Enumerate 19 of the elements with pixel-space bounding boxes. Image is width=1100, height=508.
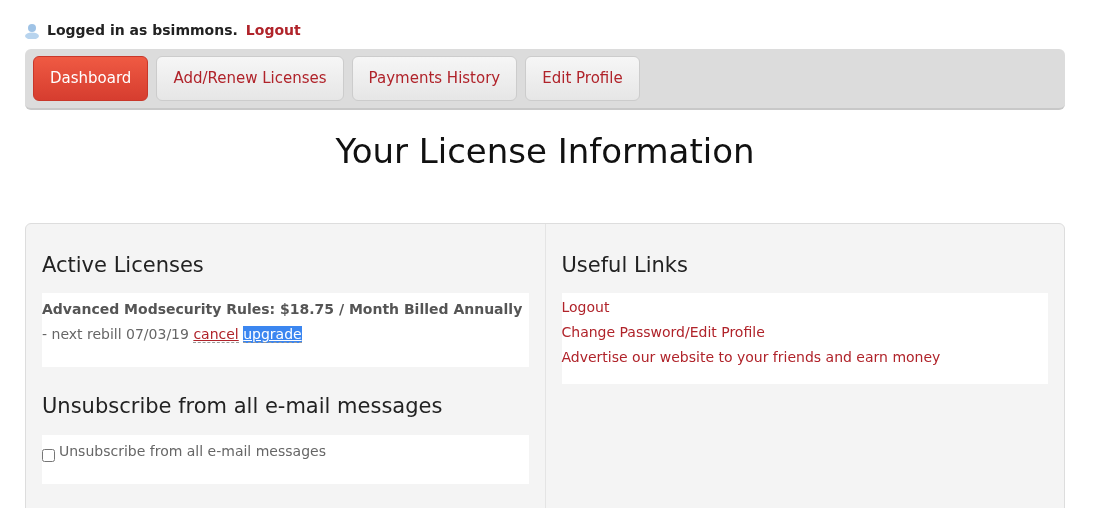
license-link[interactable]: cancel [193,326,239,343]
license-link[interactable]: upgrade [243,326,302,343]
useful-link[interactable]: Change Password/Edit Profile [561,324,765,340]
unsubscribe-checkbox[interactable] [42,448,55,462]
section-heading: Unsubscribe from all e-mail messages [42,393,444,420]
useful-link[interactable]: Logout [561,299,610,315]
login-text: Logged in as bsimmons. [47,21,238,40]
nav-tab[interactable]: Edit Profile [525,56,640,101]
section-heading: Useful Links [561,251,689,279]
useful-link[interactable]: Advertise our website to your friends and earn money [561,349,941,365]
license-text: Advanced Modsecurity Rules: $18.75 / Month Billed Annually - next rebill 07/03/19 cancel upgrade [42,300,524,345]
checkbox-label: Unsubscribe from all e-mail messages [59,441,326,461]
user-icon [25,22,39,39]
section-heading: Active Licenses [42,251,205,279]
nav-tab[interactable]: Payments History [351,56,518,101]
page-title: Your License Information [334,129,756,173]
nav-tab[interactable]: Add/Renew Licenses [156,56,344,101]
nav-tab[interactable]: Dashboard [33,56,149,101]
logout-link[interactable]: Logout [245,20,301,41]
